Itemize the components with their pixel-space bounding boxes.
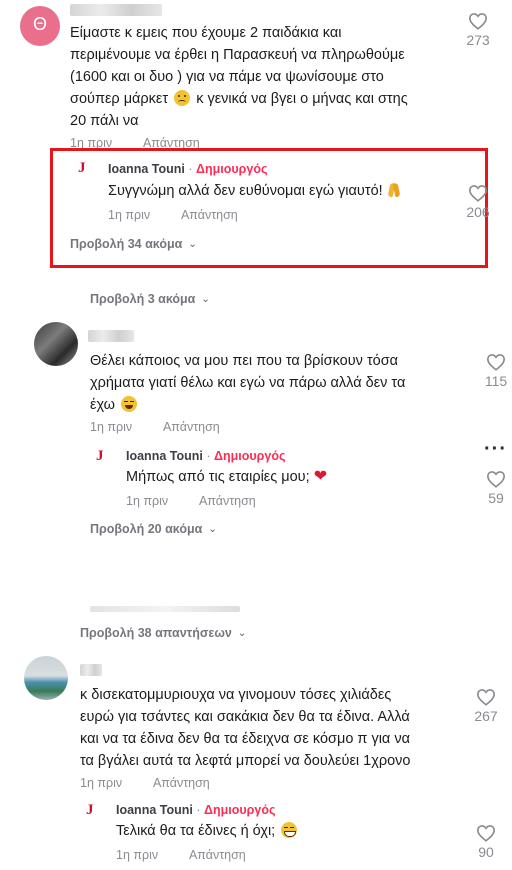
username-blurred[interactable] [80, 664, 102, 676]
avatar[interactable] [34, 322, 78, 366]
avatar[interactable]: Θ [20, 6, 60, 46]
reply-author[interactable]: Ioanna Touni [116, 803, 193, 817]
separator: · [206, 449, 211, 463]
like-count: 206 [466, 204, 490, 220]
hidden-content-blurred [90, 606, 240, 612]
reply-time: 1η πριν [108, 208, 151, 222]
reply-author-line: Ioanna Touni · Δημιουργός [108, 162, 267, 176]
creator-logo-icon[interactable]: J [78, 160, 86, 177]
like-button[interactable]: 206 [458, 184, 498, 220]
view-more-replies[interactable]: Προβολή 34 ακόμα ⌄ [70, 237, 197, 251]
like-count: 273 [466, 32, 490, 48]
sad-face-icon [174, 90, 191, 106]
heart-outline-icon [476, 825, 496, 842]
avatar[interactable] [24, 656, 68, 700]
reply-button[interactable]: Απάντηση [199, 494, 256, 508]
more-options-icon[interactable]: ··· [484, 438, 507, 461]
chevron-down-icon: ⌄ [208, 524, 217, 535]
creator-logo-icon[interactable]: J [86, 802, 94, 819]
comment-line: και να τα έδινα δεν θα τα έδειχνα σε κόσ… [80, 731, 410, 747]
red-heart-icon: ❤ [313, 468, 328, 485]
comment-line: ευρώ για τσάντες και σακάκια δεν θα τα έ… [80, 709, 410, 725]
reply-meta: 1η πριν Απάντηση [126, 494, 256, 508]
comment-line: χρήματα γιατί θέλω και εγώ να πάρω αλλά … [90, 375, 406, 391]
like-button[interactable]: 115 [476, 353, 512, 389]
reply-meta: 1η πριν Απάντηση [116, 848, 246, 862]
reply-button[interactable]: Απάντηση [153, 776, 210, 790]
chevron-down-icon: ⌄ [237, 628, 247, 639]
comment-meta: 1η πριν Απάντηση [90, 420, 220, 434]
view-replies-label: Προβολή 38 απαντήσεων [80, 626, 232, 640]
like-count: 267 [474, 708, 498, 724]
reply-time: 1η πριν [126, 494, 169, 508]
reply-button[interactable]: Απάντηση [163, 420, 220, 434]
reply-text: Συγγνώμη αλλά δεν ευθύνομαι εγώ γιαυτό! [108, 183, 383, 199]
reply-meta: 1η πριν Απάντηση [108, 208, 238, 222]
reply-text: Τελικά θα τα έδινες ή όχι; [116, 823, 276, 839]
username-blurred[interactable] [88, 330, 134, 342]
reply-button[interactable]: Απάντηση [189, 848, 246, 862]
like-count: 90 [478, 844, 494, 860]
comment-line: 20 πάλι να [70, 113, 139, 129]
praying-hands-icon [387, 182, 401, 198]
view-more-replies[interactable]: Προβολή 3 ακόμα ⌄ [90, 292, 210, 306]
heart-outline-icon [468, 185, 488, 202]
creator-badge: Δημιουργός [213, 449, 286, 463]
comment-line: Είμαστε κ εμεις που έχουμε 2 παιδάκια κα… [70, 25, 342, 41]
reply-author[interactable]: Ioanna Touni [108, 162, 185, 176]
reply-author-line: Ioanna Touni · Δημιουργός [126, 449, 285, 463]
reply-author[interactable]: Ioanna Touni [126, 449, 203, 463]
reply-text: Μήπως από τις εταιρίες μου; [126, 469, 310, 485]
comment-line: κ δισεκατομμυριουχα να γινομουν τόσες χι… [80, 687, 392, 703]
view-more-replies[interactable]: Προβολή 20 ακόμα ⌄ [90, 522, 217, 536]
like-count: 115 [484, 373, 508, 389]
comment-line: Θέλει κάποιος να μου πει που τα βρίσκουν… [90, 353, 399, 369]
comment-line: σούπερ μάρκετ [70, 91, 169, 107]
comment-time: 1η πριν [80, 776, 123, 790]
comment-line: τα βγάλει αυτά τα λεφτά μπορεί να δουλεύ… [80, 753, 411, 769]
heart-outline-icon [468, 13, 488, 30]
creator-badge: Δημιουργός [203, 803, 276, 817]
comment-line: περιμένουμε να έρθει η Παρασκευή να πληρ… [70, 47, 405, 63]
view-replies[interactable]: Προβολή 38 απαντήσεων ⌄ [80, 626, 246, 640]
like-button[interactable]: 90 [466, 824, 506, 860]
comment-meta: 1η πριν Απάντηση [80, 776, 210, 790]
reply-author-line: Ioanna Touni · Δημιουργός [116, 803, 275, 817]
avatar-letter: Θ [32, 14, 47, 34]
creator-logo-icon[interactable]: J [96, 448, 104, 465]
heart-outline-icon [486, 471, 506, 488]
comment-time: 1η πριν [90, 420, 133, 434]
comment-line: έχω [90, 397, 116, 413]
laughing-face-icon [121, 396, 138, 412]
like-button[interactable]: 273 [458, 12, 498, 48]
like-button[interactable]: 59 [476, 470, 512, 506]
chevron-down-icon: ⌄ [201, 294, 210, 305]
creator-badge: Δημιουργός [195, 162, 268, 176]
reply-time: 1η πριν [116, 848, 159, 862]
grinning-face-icon [281, 822, 298, 838]
reply-button[interactable]: Απάντηση [181, 208, 238, 222]
view-more-label: Προβολή 34 ακόμα [70, 237, 183, 251]
like-count: 59 [488, 490, 504, 506]
separator: · [188, 162, 193, 176]
username-blurred[interactable] [70, 4, 162, 16]
view-more-label: Προβολή 20 ακόμα [90, 522, 203, 536]
comment-line: (1600 και οι δυο ) για να πάμε να ψωνίσο… [70, 69, 384, 85]
separator: · [196, 803, 201, 817]
heart-outline-icon [476, 689, 496, 706]
view-more-label: Προβολή 3 ακόμα [90, 292, 196, 306]
comment-line: κ γενικά να βγει ο μήνας και στης [196, 91, 408, 107]
like-button[interactable]: 267 [466, 688, 506, 724]
chevron-down-icon: ⌄ [188, 239, 197, 250]
heart-outline-icon [486, 354, 506, 371]
